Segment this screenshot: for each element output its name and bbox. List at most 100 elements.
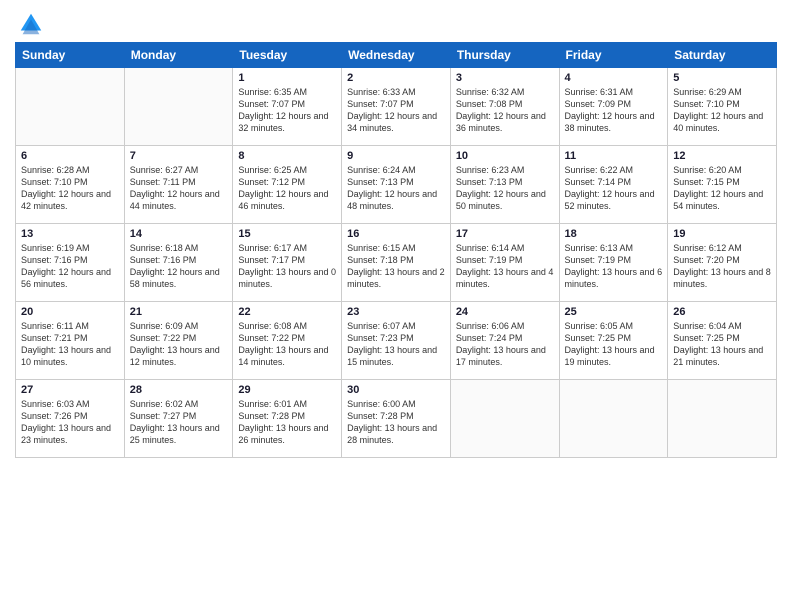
calendar-cell: 16Sunrise: 6:15 AM Sunset: 7:18 PM Dayli… <box>342 224 451 302</box>
day-info: Sunrise: 6:15 AM Sunset: 7:18 PM Dayligh… <box>347 242 445 291</box>
day-info: Sunrise: 6:13 AM Sunset: 7:19 PM Dayligh… <box>565 242 663 291</box>
day-info: Sunrise: 6:02 AM Sunset: 7:27 PM Dayligh… <box>130 398 228 447</box>
day-info: Sunrise: 6:20 AM Sunset: 7:15 PM Dayligh… <box>673 164 771 213</box>
day-number: 18 <box>565 228 663 240</box>
calendar-cell: 19Sunrise: 6:12 AM Sunset: 7:20 PM Dayli… <box>668 224 777 302</box>
calendar-cell: 29 Sunrise: 6:01 AM Sunset: 7:28 PM Dayli… <box>233 380 342 458</box>
calendar-cell: 9 Sunrise: 6:24 AM Sunset: 7:13 PM Daylig… <box>342 146 451 224</box>
day-info: Sunrise: 6:01 AM Sunset: 7:28 PM Dayligh… <box>238 398 336 447</box>
calendar-header-row: SundayMondayTuesdayWednesdayThursdayFrid… <box>16 43 777 68</box>
day-number: 5 <box>673 72 771 84</box>
calendar-cell: 28 Sunrise: 6:02 AM Sunset: 7:27 PM Dayli… <box>124 380 233 458</box>
day-number: 15 <box>238 228 336 240</box>
day-number: 3 <box>456 72 554 84</box>
calendar-cell <box>16 68 125 146</box>
day-number: 1 <box>238 72 336 84</box>
day-info: Sunrise: 6:03 AM Sunset: 7:26 PM Dayligh… <box>21 398 119 447</box>
calendar-cell: 10 Sunrise: 6:23 AM Sunset: 7:13 PM Dayli… <box>450 146 559 224</box>
day-info: Sunrise: 6:28 AM Sunset: 7:10 PM Dayligh… <box>21 164 119 213</box>
day-of-week-header: Sunday <box>16 43 125 68</box>
day-number: 26 <box>673 306 771 318</box>
day-number: 27 <box>21 384 119 396</box>
day-number: 24 <box>456 306 554 318</box>
calendar-cell <box>124 68 233 146</box>
day-number: 11 <box>565 150 663 162</box>
calendar: SundayMondayTuesdayWednesdayThursdayFrid… <box>15 42 777 458</box>
day-number: 19 <box>673 228 771 240</box>
calendar-cell: 5 Sunrise: 6:29 AM Sunset: 7:10 PM Daylig… <box>668 68 777 146</box>
day-of-week-header: Monday <box>124 43 233 68</box>
day-number: 10 <box>456 150 554 162</box>
calendar-cell: 6 Sunrise: 6:28 AM Sunset: 7:10 PM Daylig… <box>16 146 125 224</box>
calendar-cell <box>559 380 668 458</box>
day-info: Sunrise: 6:29 AM Sunset: 7:10 PM Dayligh… <box>673 86 771 135</box>
calendar-cell: 11 Sunrise: 6:22 AM Sunset: 7:14 PM Dayli… <box>559 146 668 224</box>
day-info: Sunrise: 6:18 AM Sunset: 7:16 PM Dayligh… <box>130 242 228 291</box>
day-of-week-header: Friday <box>559 43 668 68</box>
day-info: Sunrise: 6:08 AM Sunset: 7:22 PM Dayligh… <box>238 320 336 369</box>
day-info: Sunrise: 6:19 AM Sunset: 7:16 PM Dayligh… <box>21 242 119 291</box>
logo-icon <box>17 10 45 38</box>
day-number: 23 <box>347 306 445 318</box>
calendar-cell: 7 Sunrise: 6:27 AM Sunset: 7:11 PM Daylig… <box>124 146 233 224</box>
day-number: 9 <box>347 150 445 162</box>
calendar-cell: 8 Sunrise: 6:25 AM Sunset: 7:12 PM Daylig… <box>233 146 342 224</box>
day-info: Sunrise: 6:22 AM Sunset: 7:14 PM Dayligh… <box>565 164 663 213</box>
calendar-cell: 22 Sunrise: 6:08 AM Sunset: 7:22 PM Dayli… <box>233 302 342 380</box>
day-of-week-header: Tuesday <box>233 43 342 68</box>
day-number: 6 <box>21 150 119 162</box>
calendar-cell: 23 Sunrise: 6:07 AM Sunset: 7:23 PM Dayli… <box>342 302 451 380</box>
day-number: 22 <box>238 306 336 318</box>
day-info: Sunrise: 6:17 AM Sunset: 7:17 PM Dayligh… <box>238 242 336 291</box>
calendar-cell: 27 Sunrise: 6:03 AM Sunset: 7:26 PM Dayli… <box>16 380 125 458</box>
day-info: Sunrise: 6:33 AM Sunset: 7:07 PM Dayligh… <box>347 86 445 135</box>
calendar-cell: 30 Sunrise: 6:00 AM Sunset: 7:28 PM Dayli… <box>342 380 451 458</box>
calendar-cell: 20Sunrise: 6:11 AM Sunset: 7:21 PM Dayli… <box>16 302 125 380</box>
page: SundayMondayTuesdayWednesdayThursdayFrid… <box>0 0 792 612</box>
day-number: 20 <box>21 306 119 318</box>
calendar-week-row: 6 Sunrise: 6:28 AM Sunset: 7:10 PM Daylig… <box>16 146 777 224</box>
day-info: Sunrise: 6:32 AM Sunset: 7:08 PM Dayligh… <box>456 86 554 135</box>
calendar-cell: 24 Sunrise: 6:06 AM Sunset: 7:24 PM Dayli… <box>450 302 559 380</box>
day-info: Sunrise: 6:05 AM Sunset: 7:25 PM Dayligh… <box>565 320 663 369</box>
calendar-cell: 12Sunrise: 6:20 AM Sunset: 7:15 PM Dayli… <box>668 146 777 224</box>
day-info: Sunrise: 6:06 AM Sunset: 7:24 PM Dayligh… <box>456 320 554 369</box>
day-of-week-header: Saturday <box>668 43 777 68</box>
day-number: 28 <box>130 384 228 396</box>
calendar-cell: 14 Sunrise: 6:18 AM Sunset: 7:16 PM Dayli… <box>124 224 233 302</box>
day-number: 2 <box>347 72 445 84</box>
day-number: 14 <box>130 228 228 240</box>
calendar-cell: 18 Sunrise: 6:13 AM Sunset: 7:19 PM Dayli… <box>559 224 668 302</box>
day-info: Sunrise: 6:25 AM Sunset: 7:12 PM Dayligh… <box>238 164 336 213</box>
day-number: 21 <box>130 306 228 318</box>
calendar-week-row: 13 Sunrise: 6:19 AM Sunset: 7:16 PM Dayli… <box>16 224 777 302</box>
day-info: Sunrise: 6:09 AM Sunset: 7:22 PM Dayligh… <box>130 320 228 369</box>
calendar-cell: 21 Sunrise: 6:09 AM Sunset: 7:22 PM Dayli… <box>124 302 233 380</box>
day-info: Sunrise: 6:27 AM Sunset: 7:11 PM Dayligh… <box>130 164 228 213</box>
day-number: 13 <box>21 228 119 240</box>
day-number: 29 <box>238 384 336 396</box>
calendar-cell: 13 Sunrise: 6:19 AM Sunset: 7:16 PM Dayli… <box>16 224 125 302</box>
day-info: Sunrise: 6:23 AM Sunset: 7:13 PM Dayligh… <box>456 164 554 213</box>
day-number: 17 <box>456 228 554 240</box>
calendar-cell: 17 Sunrise: 6:14 AM Sunset: 7:19 PM Dayli… <box>450 224 559 302</box>
calendar-cell <box>450 380 559 458</box>
day-of-week-header: Wednesday <box>342 43 451 68</box>
day-info: Sunrise: 6:35 AM Sunset: 7:07 PM Dayligh… <box>238 86 336 135</box>
day-info: Sunrise: 6:00 AM Sunset: 7:28 PM Dayligh… <box>347 398 445 447</box>
calendar-cell: 2 Sunrise: 6:33 AM Sunset: 7:07 PM Daylig… <box>342 68 451 146</box>
day-info: Sunrise: 6:04 AM Sunset: 7:25 PM Dayligh… <box>673 320 771 369</box>
day-number: 30 <box>347 384 445 396</box>
day-info: Sunrise: 6:07 AM Sunset: 7:23 PM Dayligh… <box>347 320 445 369</box>
calendar-cell <box>668 380 777 458</box>
calendar-week-row: 27 Sunrise: 6:03 AM Sunset: 7:26 PM Dayli… <box>16 380 777 458</box>
day-number: 8 <box>238 150 336 162</box>
calendar-cell: 3 Sunrise: 6:32 AM Sunset: 7:08 PM Daylig… <box>450 68 559 146</box>
day-info: Sunrise: 6:31 AM Sunset: 7:09 PM Dayligh… <box>565 86 663 135</box>
day-number: 4 <box>565 72 663 84</box>
day-info: Sunrise: 6:14 AM Sunset: 7:19 PM Dayligh… <box>456 242 554 291</box>
day-info: Sunrise: 6:24 AM Sunset: 7:13 PM Dayligh… <box>347 164 445 213</box>
calendar-week-row: 1 Sunrise: 6:35 AM Sunset: 7:07 PM Daylig… <box>16 68 777 146</box>
day-number: 7 <box>130 150 228 162</box>
header <box>15 10 777 34</box>
